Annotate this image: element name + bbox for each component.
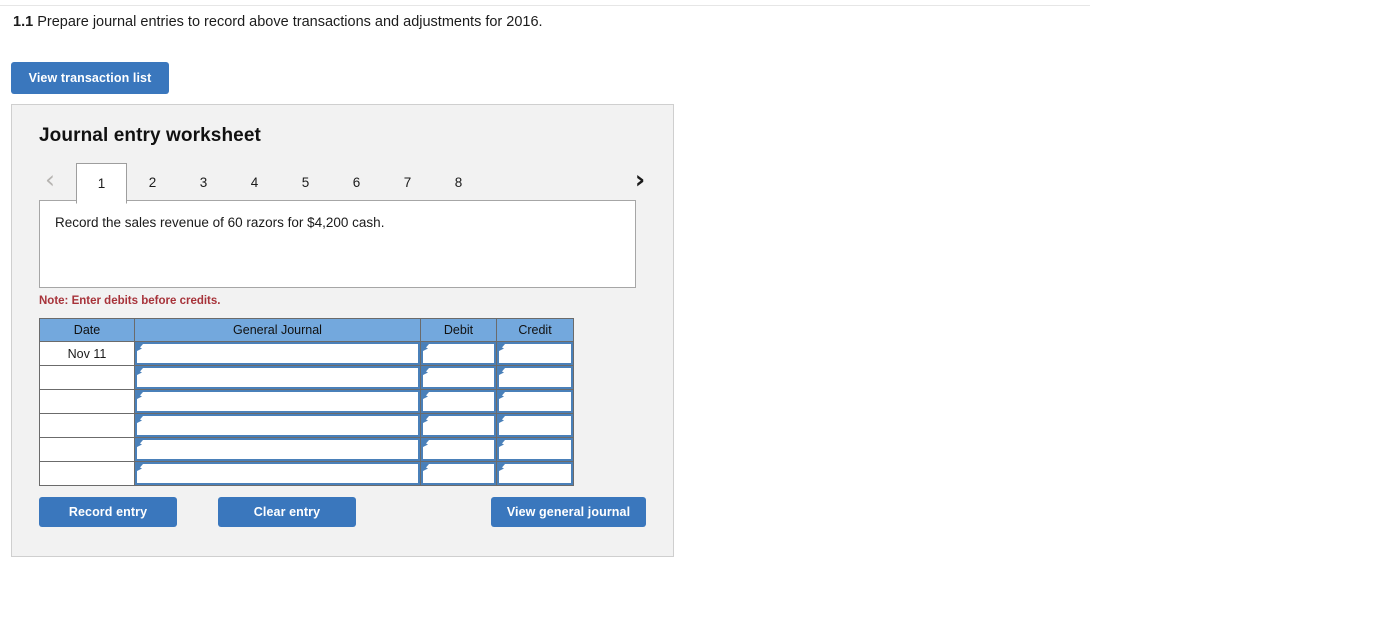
worksheet-tabstrip: ‹ 1 2 3 4 5 6 7 8 › — [39, 157, 651, 204]
journal-date-cell[interactable]: Nov 11 — [39, 341, 135, 366]
column-header-general-journal: General Journal — [134, 318, 421, 342]
general-journal-cell[interactable] — [134, 365, 421, 390]
credit-input[interactable] — [497, 366, 573, 389]
worksheet-tab-1[interactable]: 1 — [76, 163, 127, 204]
credit-input[interactable] — [497, 342, 573, 365]
next-entry-chevron-icon[interactable]: › — [629, 166, 651, 192]
general-journal-input[interactable] — [135, 366, 420, 389]
journal-date-cell[interactable] — [39, 365, 135, 390]
credit-cell[interactable] — [496, 341, 574, 366]
general-journal-cell[interactable] — [134, 341, 421, 366]
table-row: Nov 11 — [39, 341, 574, 366]
credit-cell[interactable] — [496, 413, 574, 438]
worksheet-title: Journal entry worksheet — [39, 125, 261, 146]
general-journal-input[interactable] — [135, 342, 420, 365]
worksheet-tab-label: 8 — [454, 175, 463, 190]
entry-instruction-text: Record the sales revenue of 60 razors fo… — [55, 215, 385, 230]
general-journal-cell[interactable] — [134, 461, 421, 486]
general-journal-input[interactable] — [135, 414, 420, 437]
general-journal-cell[interactable] — [134, 389, 421, 414]
journal-entry-worksheet-panel: Journal entry worksheet ‹ 1 2 3 4 5 6 7 8 › Rec… — [11, 104, 674, 557]
view-transaction-list-button[interactable]: View transaction list — [11, 62, 169, 94]
debit-input[interactable] — [421, 414, 496, 437]
table-row — [39, 413, 574, 438]
debit-input[interactable] — [421, 390, 496, 413]
worksheet-tab-label: 3 — [199, 175, 208, 190]
worksheet-tab-label: 4 — [250, 175, 259, 190]
credit-input[interactable] — [497, 414, 573, 437]
debit-cell[interactable] — [420, 365, 497, 390]
general-journal-input[interactable] — [135, 390, 420, 413]
worksheet-tab-7[interactable]: 7 — [382, 163, 433, 202]
question-text: Prepare journal entries to record above … — [37, 14, 543, 30]
table-row — [39, 437, 574, 462]
debits-before-credits-note: Note: Enter debits before credits. — [39, 295, 221, 307]
journal-date-cell[interactable] — [39, 437, 135, 462]
column-header-date: Date — [39, 318, 135, 342]
question-number: 1.1 — [13, 14, 34, 30]
credit-cell[interactable] — [496, 461, 574, 486]
general-journal-cell[interactable] — [134, 437, 421, 462]
journal-date-cell[interactable] — [39, 413, 135, 438]
clear-entry-button[interactable]: Clear entry — [218, 497, 356, 527]
debit-cell[interactable] — [420, 341, 497, 366]
worksheet-tab-label: 7 — [403, 175, 412, 190]
credit-input[interactable] — [497, 462, 573, 485]
debit-input[interactable] — [421, 366, 496, 389]
table-header-row: Date General Journal Debit Credit — [39, 318, 574, 342]
credit-cell[interactable] — [496, 365, 574, 390]
debit-cell[interactable] — [420, 437, 497, 462]
column-header-debit: Debit — [420, 318, 497, 342]
debit-input[interactable] — [421, 438, 496, 461]
credit-cell[interactable] — [496, 437, 574, 462]
credit-input[interactable] — [497, 390, 573, 413]
debit-cell[interactable] — [420, 389, 497, 414]
general-journal-cell[interactable] — [134, 413, 421, 438]
general-journal-input[interactable] — [135, 462, 420, 485]
table-row — [39, 389, 574, 414]
view-general-journal-button[interactable]: View general journal — [491, 497, 646, 527]
worksheet-tab-6[interactable]: 6 — [331, 163, 382, 202]
debit-cell[interactable] — [420, 413, 497, 438]
worksheet-tab-2[interactable]: 2 — [127, 163, 178, 202]
worksheet-tab-label: 2 — [148, 175, 157, 190]
debit-input[interactable] — [421, 342, 496, 365]
worksheet-tab-4[interactable]: 4 — [229, 163, 280, 202]
entry-instruction-box: Record the sales revenue of 60 razors fo… — [39, 200, 636, 288]
debit-input[interactable] — [421, 462, 496, 485]
general-journal-input[interactable] — [135, 438, 420, 461]
table-row — [39, 461, 574, 486]
question-prompt: 1.1 Prepare journal entries to record ab… — [13, 12, 543, 32]
debit-cell[interactable] — [420, 461, 497, 486]
journal-date-cell[interactable] — [39, 461, 135, 486]
worksheet-tab-label: 5 — [301, 175, 310, 190]
worksheet-tab-5[interactable]: 5 — [280, 163, 331, 202]
journal-entry-table: Date General Journal Debit Credit Nov 11 — [39, 318, 574, 486]
previous-entry-chevron-icon[interactable]: ‹ — [39, 166, 61, 192]
record-entry-button[interactable]: Record entry — [39, 497, 177, 527]
page-root: 1.1 Prepare journal entries to record ab… — [0, 0, 1392, 626]
worksheet-tab-label: 1 — [97, 176, 106, 191]
credit-input[interactable] — [497, 438, 573, 461]
worksheet-tab-8[interactable]: 8 — [433, 163, 484, 202]
table-row — [39, 365, 574, 390]
credit-cell[interactable] — [496, 389, 574, 414]
top-divider — [0, 5, 1090, 6]
worksheet-tab-3[interactable]: 3 — [178, 163, 229, 202]
worksheet-tab-label: 6 — [352, 175, 361, 190]
journal-date-cell[interactable] — [39, 389, 135, 414]
column-header-credit: Credit — [496, 318, 574, 342]
